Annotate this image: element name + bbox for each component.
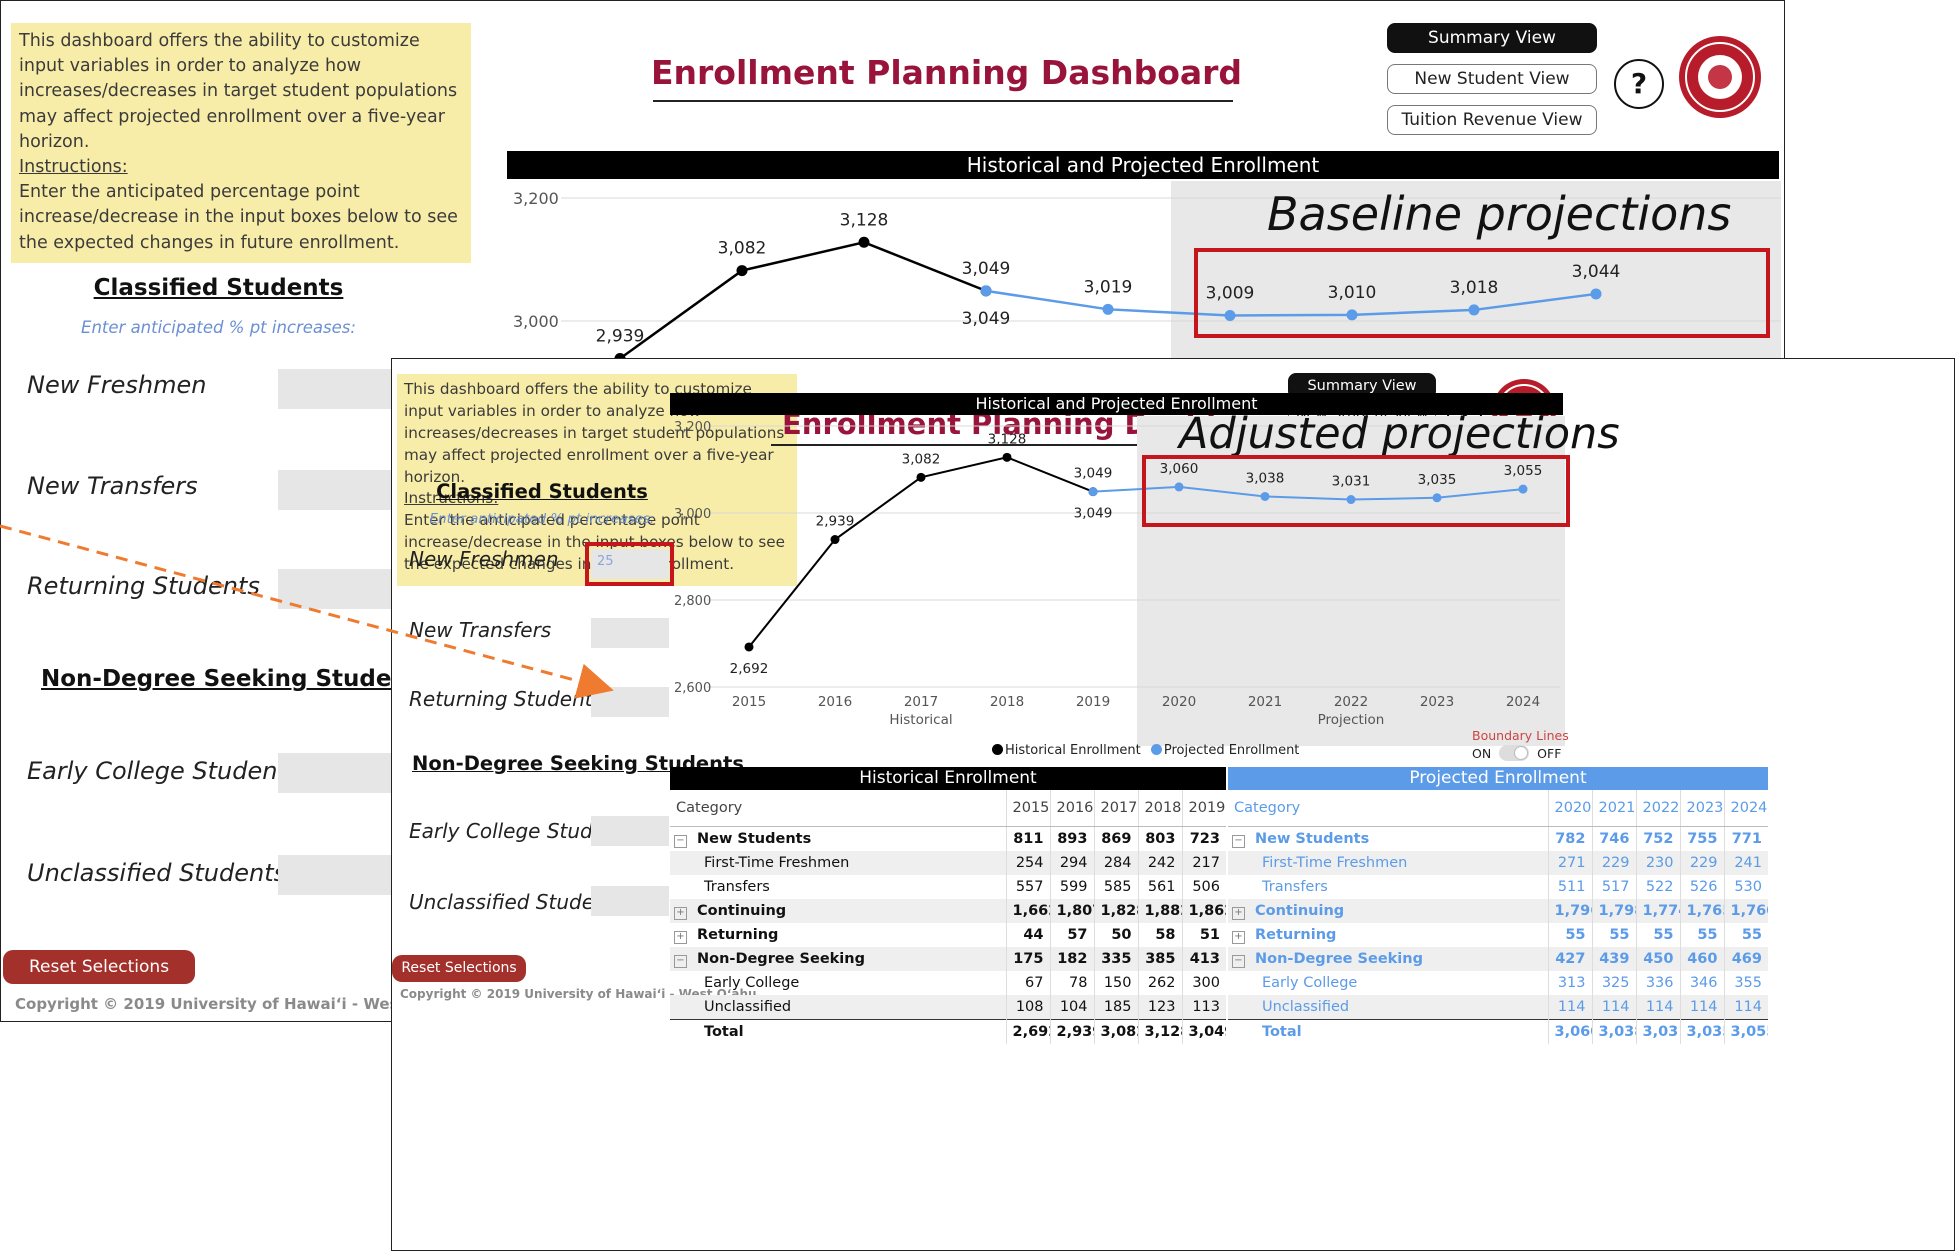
annotation-arrow [0,524,614,699]
